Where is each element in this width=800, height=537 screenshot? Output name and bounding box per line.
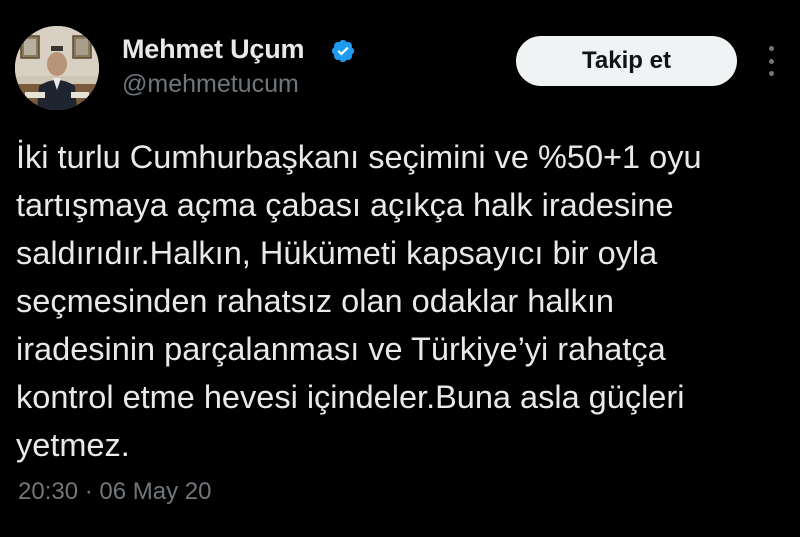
more-options-button[interactable]: [760, 44, 782, 78]
tweet-text-line: İki turlu Cumhurbaşkanı seçimini ve %50+…: [16, 139, 702, 175]
more-vertical-icon-dot: [768, 58, 774, 64]
tweet-text-line: seçmesinden rahatsız olan odaklar halkın: [16, 283, 614, 319]
tweet-text-line: yetmez.: [16, 427, 130, 463]
more-vertical-icon-dot: [768, 71, 774, 76]
more-vertical-icon: [768, 46, 774, 51]
verified-badge-icon: [331, 39, 355, 63]
tweet-timestamp[interactable]: 20:30 · 06 May 20: [18, 478, 211, 506]
tweet-card: Mehmet Uçum @mehmetucum Takip et İki tur…: [0, 0, 800, 537]
tweet-text-line: saldırıdır.Halkın, Hükümeti kapsayıcı bi…: [16, 235, 658, 271]
author-handle[interactable]: @mehmetucum: [122, 70, 299, 99]
author-display-name[interactable]: Mehmet Uçum: [122, 34, 305, 65]
tweet-text-line: tartışmaya açma çabası açıkça halk irade…: [16, 187, 674, 223]
tweet-text-line: iradesinin parçalanması ve Türkiye’yi ra…: [16, 331, 666, 367]
follow-button[interactable]: Takip et: [516, 36, 737, 86]
profile-photo-icon: [15, 26, 99, 110]
tweet-text: İki turlu Cumhurbaşkanı seçimini ve %50+…: [16, 133, 786, 469]
tweet-text-line: kontrol etme hevesi içindeler.Buna asla …: [16, 379, 685, 415]
author-avatar[interactable]: [15, 26, 99, 110]
